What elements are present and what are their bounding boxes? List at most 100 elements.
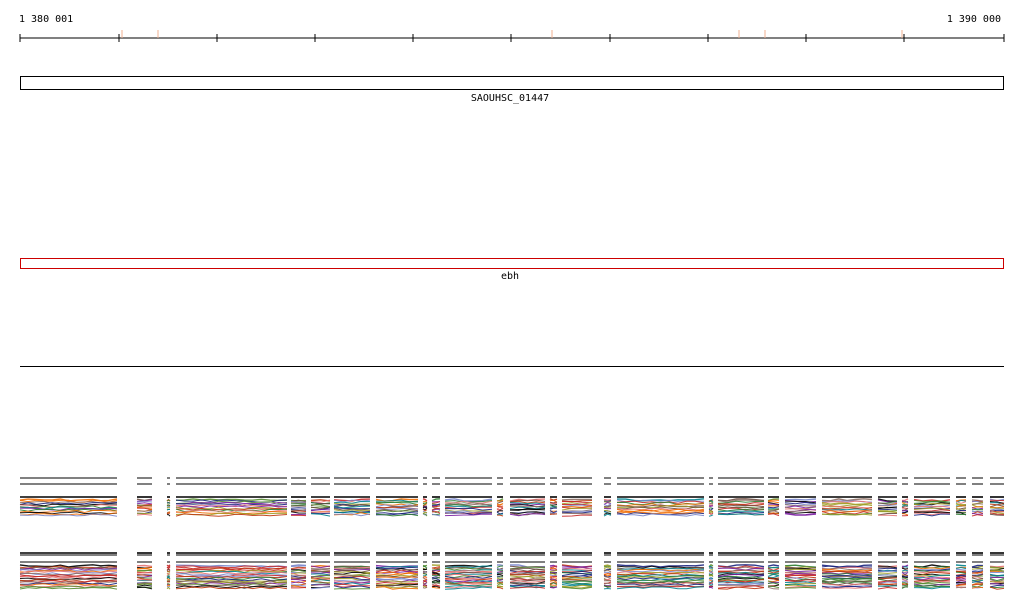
alignment-coverage-line bbox=[497, 584, 503, 586]
alignment-coverage-line bbox=[497, 578, 503, 579]
alignment-coverage-line bbox=[167, 509, 170, 510]
alignment-coverage-line bbox=[768, 565, 779, 566]
alignment-coverage-line bbox=[768, 583, 779, 585]
gene-label-ebh: ebh bbox=[501, 271, 519, 282]
alignment-coverage-line bbox=[709, 570, 713, 571]
alignment-coverage-line bbox=[497, 577, 503, 578]
alignment-coverage-line bbox=[423, 565, 427, 566]
alignment-coverage-line bbox=[291, 511, 306, 512]
alignment-coverage-line bbox=[423, 501, 427, 502]
alignment-coverage-line bbox=[167, 503, 170, 504]
alignment-coverage-line bbox=[972, 513, 983, 514]
alignment-coverage-line bbox=[956, 501, 966, 503]
alignment-coverage-line bbox=[167, 585, 170, 586]
alignment-coverage-line bbox=[334, 508, 370, 509]
alignment-coverage-line bbox=[914, 512, 950, 513]
alignment-coverage-line bbox=[604, 500, 611, 501]
alignment-coverage-line bbox=[562, 499, 592, 500]
alignment-coverage-line bbox=[604, 570, 611, 572]
alignment-coverage-line bbox=[972, 507, 983, 508]
alignment-coverage-line bbox=[445, 514, 492, 516]
alignment-coverage-line bbox=[902, 499, 908, 501]
alignment-coverage-line bbox=[497, 574, 503, 575]
alignment-coverage-line bbox=[562, 515, 592, 516]
alignment-coverage-line bbox=[137, 514, 152, 515]
alignment-coverage-line bbox=[167, 515, 170, 517]
alignment-coverage-line bbox=[497, 515, 503, 516]
alignment-coverage-line bbox=[291, 566, 306, 567]
alignment-coverage-line bbox=[311, 574, 330, 575]
alignment-coverage-line bbox=[291, 508, 306, 509]
alignment-coverage-line bbox=[617, 587, 704, 589]
alignment-coverage-line bbox=[785, 570, 816, 571]
alignment-coverage-line bbox=[709, 503, 713, 504]
alignment-coverage-line bbox=[137, 506, 152, 507]
alignment-coverage-line bbox=[718, 514, 764, 515]
alignment-coverage-line bbox=[167, 500, 170, 501]
alignment-coverage-line bbox=[497, 565, 503, 566]
alignment-coverage-line bbox=[376, 577, 418, 578]
alignment-coverage-line bbox=[785, 499, 816, 500]
gene-feature-ebh[interactable] bbox=[21, 259, 1004, 269]
alignment-coverage-line bbox=[768, 507, 779, 508]
alignment-coverage-line bbox=[604, 586, 611, 587]
alignment-coverage-line bbox=[562, 508, 592, 510]
alignment-coverage-line bbox=[990, 505, 1004, 507]
alignment-coverage-line bbox=[137, 585, 152, 586]
alignment-coverage-line bbox=[902, 514, 908, 515]
ruler-start-coordinate: 1 380 001 bbox=[19, 14, 73, 25]
alignment-coverage-line bbox=[902, 568, 908, 569]
alignment-coverage-line bbox=[562, 513, 592, 514]
genome-canvas[interactable]: SAOUHSC_01447 ebh bbox=[0, 0, 1024, 611]
alignment-coverage-line bbox=[137, 569, 152, 570]
alignment-coverage-line bbox=[311, 512, 330, 513]
alignment-coverage-line bbox=[562, 501, 592, 502]
ruler bbox=[20, 30, 1004, 42]
alignment-coverage-line bbox=[550, 514, 557, 515]
alignment-coverage-line bbox=[137, 566, 152, 567]
alignment-coverage-line bbox=[423, 499, 427, 501]
alignment-coverage-line bbox=[167, 507, 170, 508]
alignment-coverage-line bbox=[376, 512, 418, 514]
ruler-end-coordinate: 1 390 000 bbox=[947, 14, 1001, 25]
alignment-coverage-line bbox=[311, 572, 330, 573]
alignment-coverage-line bbox=[785, 575, 816, 576]
alignment-coverage-line bbox=[445, 508, 492, 510]
alignment-coverage-line bbox=[956, 510, 966, 511]
alignment-coverage-line bbox=[878, 509, 897, 510]
alignment-coverage-line bbox=[334, 502, 370, 504]
alignment-coverage-line bbox=[709, 513, 713, 515]
alignment-coverage-line bbox=[510, 575, 545, 577]
alignment-coverage-line bbox=[20, 587, 117, 589]
alignment-coverage-line bbox=[562, 581, 592, 582]
alignment-coverage-line bbox=[902, 570, 908, 571]
alignment-coverage-line bbox=[137, 510, 152, 511]
genome-browser-view: 1 380 001 1 390 000 SAOUHSC_01447 ebh bbox=[0, 0, 1024, 611]
alignment-coverage-line bbox=[423, 512, 427, 513]
alignment-coverage-line bbox=[785, 512, 816, 513]
alignment-coverage-line bbox=[167, 588, 170, 590]
alignment-coverage-line bbox=[311, 514, 330, 516]
gene-track-ebh[interactable]: ebh bbox=[21, 259, 1004, 283]
alignment-coverage-line bbox=[822, 499, 872, 501]
alignment-coverage-line bbox=[617, 514, 704, 516]
alignment-coverage-line bbox=[878, 505, 897, 506]
alignment-coverage-line bbox=[718, 585, 764, 586]
alignment-coverage-line bbox=[137, 503, 152, 504]
gene-feature-saouhsc-01447[interactable] bbox=[21, 77, 1004, 90]
alignment-coverage-line bbox=[878, 573, 897, 574]
gene-track-saouhsc-01447[interactable]: SAOUHSC_01447 bbox=[21, 77, 1004, 105]
alignment-coverage-line bbox=[604, 583, 611, 584]
alignment-coverage-line bbox=[914, 510, 950, 512]
alignment-coverage-line bbox=[768, 514, 779, 516]
alignment-block-lower bbox=[20, 553, 1004, 589]
alignment-coverage-line bbox=[510, 506, 545, 507]
alignment-coverage-line bbox=[709, 587, 713, 588]
alignment-coverage-line bbox=[137, 580, 152, 581]
alignment-coverage-line bbox=[709, 515, 713, 516]
alignment-coverage-line bbox=[878, 515, 897, 516]
alignment-coverage-line bbox=[497, 566, 503, 567]
alignment-coverage-line bbox=[822, 576, 872, 577]
alignment-coverage-line bbox=[956, 565, 966, 566]
alignment-coverage-line bbox=[562, 512, 592, 513]
